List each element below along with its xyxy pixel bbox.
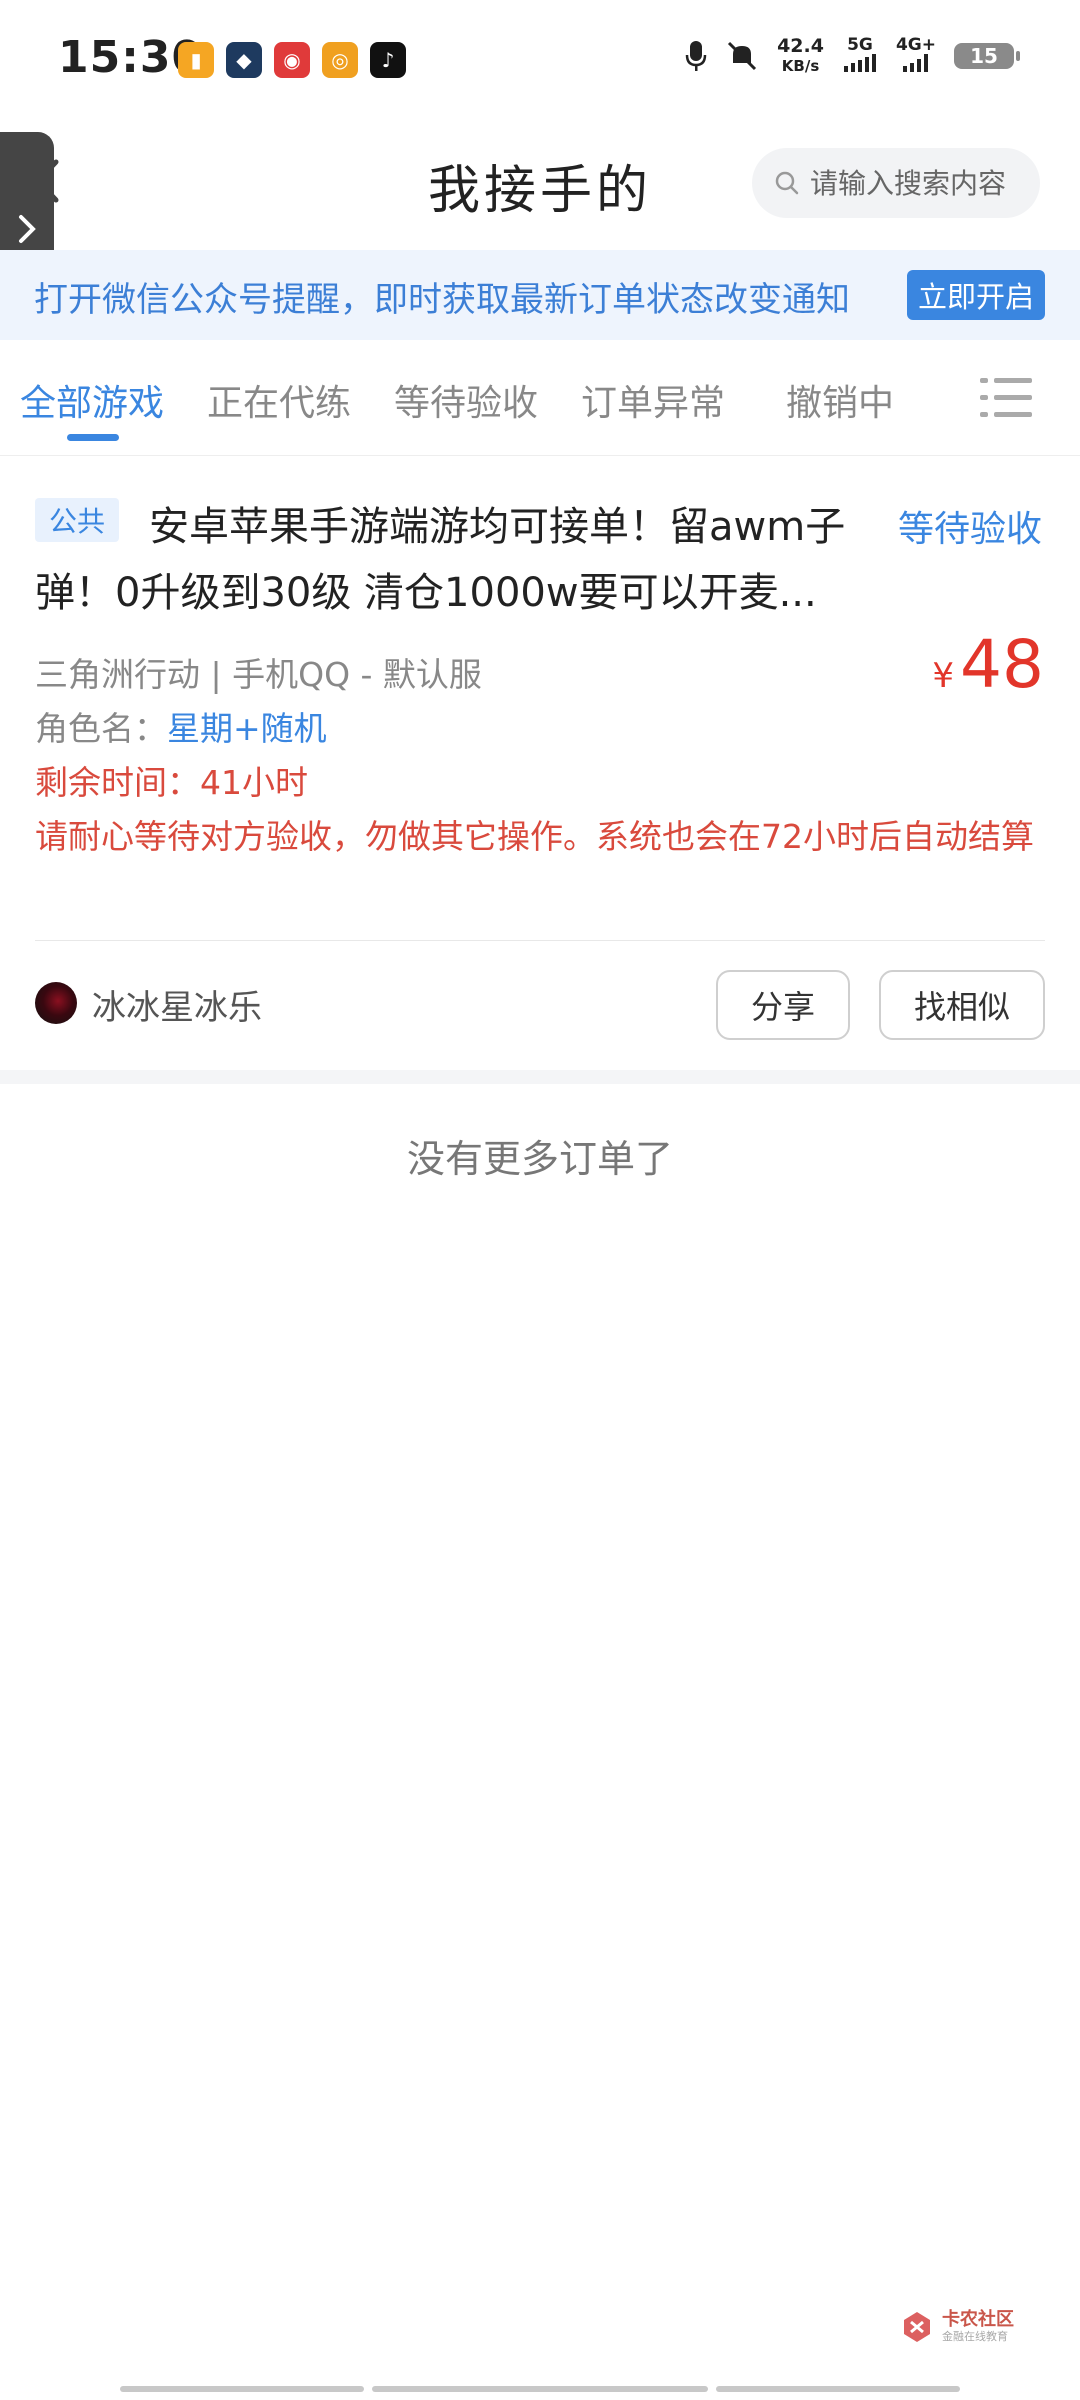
gesture-bar-right <box>716 2386 960 2392</box>
tab-awaiting-acceptance[interactable]: 等待验收 <box>394 374 538 426</box>
tab-order-exception[interactable]: 订单异常 <box>581 374 725 426</box>
search-box[interactable] <box>752 148 1040 218</box>
section-gap <box>0 1070 1080 1084</box>
tab-in-progress[interactable]: 正在代练 <box>207 374 351 426</box>
tab-cancelling[interactable]: 撤销中 <box>786 374 894 426</box>
role-label: 角色名： <box>35 709 167 748</box>
search-icon <box>775 171 799 195</box>
battery-indicator: 15 <box>954 43 1020 69</box>
signal-4g-label: 4G+ <box>895 35 936 55</box>
order-title: 安卓苹果手游端游均可接单！留awm子弹！0升级到30级 清仓1000w要可以开麦… <box>35 504 846 616</box>
signal-bars-icon <box>843 54 876 72</box>
mute-bell-icon <box>728 41 757 71</box>
role-name-row: 角色名：星期+随机 <box>35 702 327 750</box>
wechat-notice-banner: 打开微信公众号提醒，即时获取最新订单状态改变通知 立即开启 <box>0 250 1080 340</box>
chevron-right-icon <box>19 215 36 243</box>
system-icons: 42.4 KB/s 5G 4G+ 15 <box>685 36 1020 76</box>
enable-notice-button[interactable]: 立即开启 <box>907 270 1045 320</box>
microphone-icon <box>685 41 707 71</box>
watermark-main: 卡农社区 <box>942 2309 1014 2330</box>
notification-icons: ▮ ◆ ◉ ◎ ♪ <box>178 42 406 78</box>
signal-bars-icon <box>902 54 928 72</box>
watermark-logo-icon <box>904 2312 930 2342</box>
order-tabs: 全部游戏 正在代练 等待验收 订单异常 撤销中 <box>0 352 1080 456</box>
watermark-text: 卡农社区 金融在线教育 <box>942 2310 1014 2344</box>
menu-list-icon[interactable] <box>980 376 1032 420</box>
wallet-app-icon: ▮ <box>178 42 214 78</box>
signal-5g: 5G <box>842 36 878 76</box>
gesture-bar-left <box>120 2386 364 2392</box>
net-speed-unit: KB/s <box>781 57 820 75</box>
role-value: 星期+随机 <box>167 709 327 748</box>
search-input[interactable] <box>810 166 1020 200</box>
no-more-orders-text: 没有更多订单了 <box>406 1137 673 1181</box>
order-status: 等待验收 <box>898 509 1043 550</box>
public-badge: 公共 <box>35 498 119 542</box>
avatar[interactable] <box>35 982 77 1024</box>
card-divider <box>35 940 1045 941</box>
weibo-icon: ◎ <box>322 42 358 78</box>
notice-text: 打开微信公众号提醒，即时获取最新订单状态改变通知 <box>34 280 850 320</box>
net-speed-value: 42.4 <box>777 35 824 57</box>
order-card[interactable]: 安卓苹果手游端游均可接单！留awm子弹！0升级到30级 清仓1000w要可以开麦… <box>0 458 1080 1070</box>
game-app-icon: ◆ <box>226 42 262 78</box>
order-price: ¥48 <box>932 626 1044 703</box>
price-value: 48 <box>960 626 1044 703</box>
watermark: 卡农社区 金融在线教育 <box>900 2310 1014 2344</box>
netease-music-icon: ◉ <box>274 42 310 78</box>
currency-symbol: ¥ <box>932 656 955 696</box>
username[interactable]: 冰冰星冰乐 <box>92 980 262 1029</box>
remaining-time: 剩余时间：41小时 <box>35 763 308 802</box>
tab-all-games[interactable]: 全部游戏 <box>20 374 164 426</box>
game-info: 三角洲行动 | 手机QQ - 默认服 <box>35 655 482 694</box>
share-button[interactable]: 分享 <box>716 970 850 1040</box>
tiktok-icon: ♪ <box>370 42 406 78</box>
active-tab-indicator <box>67 434 119 441</box>
gesture-bar-center <box>372 2386 708 2392</box>
header: 我接手的 <box>0 130 1080 240</box>
signal-5g-label: 5G <box>847 35 873 55</box>
find-similar-button[interactable]: 找相似 <box>879 970 1045 1040</box>
watermark-sub: 金融在线教育 <box>942 2330 1008 2343</box>
acceptance-notice: 请耐心等待对方验收，勿做其它操作。系统也会在72小时后自动结算 <box>35 817 1034 856</box>
network-speed: 42.4 KB/s <box>777 36 824 76</box>
status-bar: 15:30 ▮ ◆ ◉ ◎ ♪ 42.4 KB/s 5G 4G+ 15 <box>0 0 1080 120</box>
signal-4g: 4G+ <box>896 36 936 76</box>
